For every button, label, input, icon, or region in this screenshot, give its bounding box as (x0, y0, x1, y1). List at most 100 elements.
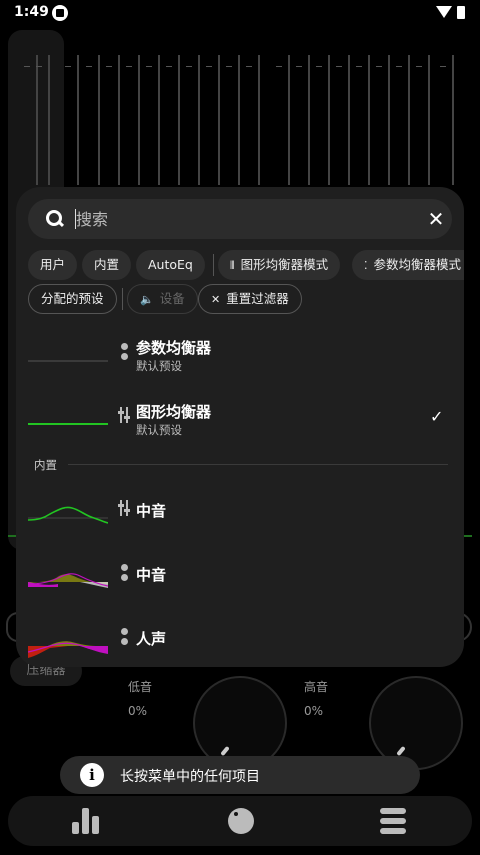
preset-picker-popup: ✕ 用户 内置 AutoEq ⫴ 图形均衡器模式 ⁚ 参数均衡器模式 分配的预设 🔈… (16, 187, 464, 667)
bg-eq-band-marker (356, 66, 362, 67)
filter-chip-row-2: 分配的预设 🔈 设备 ✕ 重置过滤器 (28, 284, 464, 314)
status-bar: 1:49 (0, 0, 480, 26)
parametric-eq-icon (119, 628, 129, 646)
treble-value: 0% (304, 704, 324, 718)
chip-user[interactable]: 用户 (28, 250, 78, 280)
close-small-icon: ✕ (211, 293, 221, 306)
chip-graphic-mode-label: 图形均衡器模式 (240, 257, 329, 272)
knob-nav-icon[interactable] (228, 808, 254, 834)
info-icon: i (80, 763, 104, 787)
preset-title: 中音 (136, 566, 167, 584)
bg-eq-band-slider (36, 55, 38, 185)
check-icon: ✓ (430, 407, 444, 426)
bg-eq-band-marker (440, 66, 446, 67)
bg-eq-band-slider (388, 55, 390, 185)
search-bar: ✕ (28, 199, 452, 239)
bg-eq-band-marker (246, 66, 252, 67)
preset-subtitle: 默认预设 (136, 423, 182, 437)
bg-eq-band-marker (316, 66, 322, 67)
chip-graphic-mode[interactable]: ⫴ 图形均衡器模式 (218, 250, 341, 280)
preset-title: 图形均衡器 (136, 403, 212, 421)
status-time: 1:49 (14, 4, 49, 20)
bg-eq-band-slider (238, 55, 240, 185)
parametric-eq-icon: ⁚ (364, 259, 368, 272)
bg-eq-band-slider (178, 55, 180, 185)
bg-eq-band-slider (118, 55, 120, 185)
graphic-eq-icon (118, 500, 130, 518)
snackbar: i 长按菜单中的任何项目 (60, 756, 420, 794)
preset-curve-midrange-parametric (28, 573, 108, 588)
bg-eq-band-marker (396, 66, 402, 67)
chip-assigned-presets[interactable]: 分配的预设 (28, 284, 117, 314)
bottom-navigation (8, 796, 472, 846)
bg-eq-band-slider (368, 55, 370, 185)
bg-eq-band-marker (146, 66, 152, 67)
preset-subtitle: 默认预设 (136, 359, 182, 373)
chip-device-label: 设备 (159, 291, 185, 306)
preset-curve-flat (28, 360, 108, 362)
bg-eq-band-slider (258, 55, 260, 185)
preset-curve-flat-green (28, 423, 108, 425)
preset-item[interactable]: 中音 (16, 546, 464, 602)
treble-label: 高音 (304, 680, 329, 694)
bass-knob-indicator (220, 745, 230, 757)
bg-eq-band-slider (452, 55, 454, 185)
bg-eq-band-marker (24, 66, 30, 67)
chip-parametric-mode[interactable]: ⁚ 参数均衡器模式 (352, 250, 464, 280)
battery-icon (457, 6, 465, 19)
graphic-eq-icon: ⫴ (230, 259, 235, 272)
bg-eq-band-marker (206, 66, 212, 67)
preset-item[interactable]: 人声 (16, 610, 464, 666)
bg-eq-band-marker (166, 66, 172, 67)
bass-value: 0% (128, 704, 148, 718)
preset-item[interactable]: 中音 (16, 482, 464, 538)
chip-autoeq[interactable]: AutoEq (136, 250, 205, 280)
search-input[interactable] (76, 206, 396, 232)
bg-eq-band-marker (416, 66, 422, 67)
preset-item[interactable]: 图形均衡器 默认预设 ✓ (16, 389, 464, 445)
preset-title: 人声 (136, 630, 167, 648)
equalizer-nav-icon[interactable] (72, 808, 102, 834)
chip-parametric-mode-label: 参数均衡器模式 (373, 257, 462, 272)
bg-eq-band-marker (106, 66, 112, 67)
bg-eq-band-slider (138, 55, 140, 185)
bg-eq-band-slider (158, 55, 160, 185)
wifi-icon (436, 6, 452, 18)
bg-eq-band-slider (328, 55, 330, 185)
preset-title: 中音 (136, 502, 167, 520)
bg-eq-band-slider (348, 55, 350, 185)
bg-eq-band-slider (428, 55, 430, 185)
bg-eq-band-slider (77, 55, 79, 185)
section-header: 内置 (34, 458, 57, 472)
preset-item[interactable]: 参数均衡器 默认预设 (16, 325, 464, 381)
section-divider (68, 464, 448, 465)
bg-eq-band-slider (288, 55, 290, 185)
bg-eq-band-marker (276, 66, 282, 67)
bg-eq-band-slider (308, 55, 310, 185)
bg-eq-band-marker (296, 66, 302, 67)
chip-builtin[interactable]: 内置 (82, 250, 132, 280)
preset-curve-vocal-parametric (28, 641, 108, 658)
bg-eq-band-marker (126, 66, 132, 67)
bass-label: 低音 (128, 680, 153, 694)
preset-curve-midrange-graphic (28, 506, 108, 524)
chip-separator (213, 254, 214, 276)
bg-eq-band-marker (226, 66, 232, 67)
bg-eq-band-slider (408, 55, 410, 185)
bg-eq-band-marker (36, 66, 42, 67)
bg-eq-band-slider (198, 55, 200, 185)
bg-eq-band-marker (65, 66, 71, 67)
bg-eq-band-slider (48, 55, 50, 185)
chip-reset-filters[interactable]: ✕ 重置过滤器 (198, 284, 302, 314)
bg-eq-band-marker (376, 66, 382, 67)
menu-nav-icon[interactable] (380, 808, 406, 834)
chip-separator (122, 288, 123, 310)
bg-eq-band-marker (86, 66, 92, 67)
bg-eq-band-slider (218, 55, 220, 185)
bg-eq-band-slider (98, 55, 100, 185)
chip-device: 🔈 设备 (127, 284, 198, 314)
speaker-icon: 🔈 (140, 293, 154, 306)
close-icon[interactable]: ✕ (426, 209, 446, 229)
bg-eq-band-marker (336, 66, 342, 67)
graphic-eq-icon (118, 407, 130, 425)
